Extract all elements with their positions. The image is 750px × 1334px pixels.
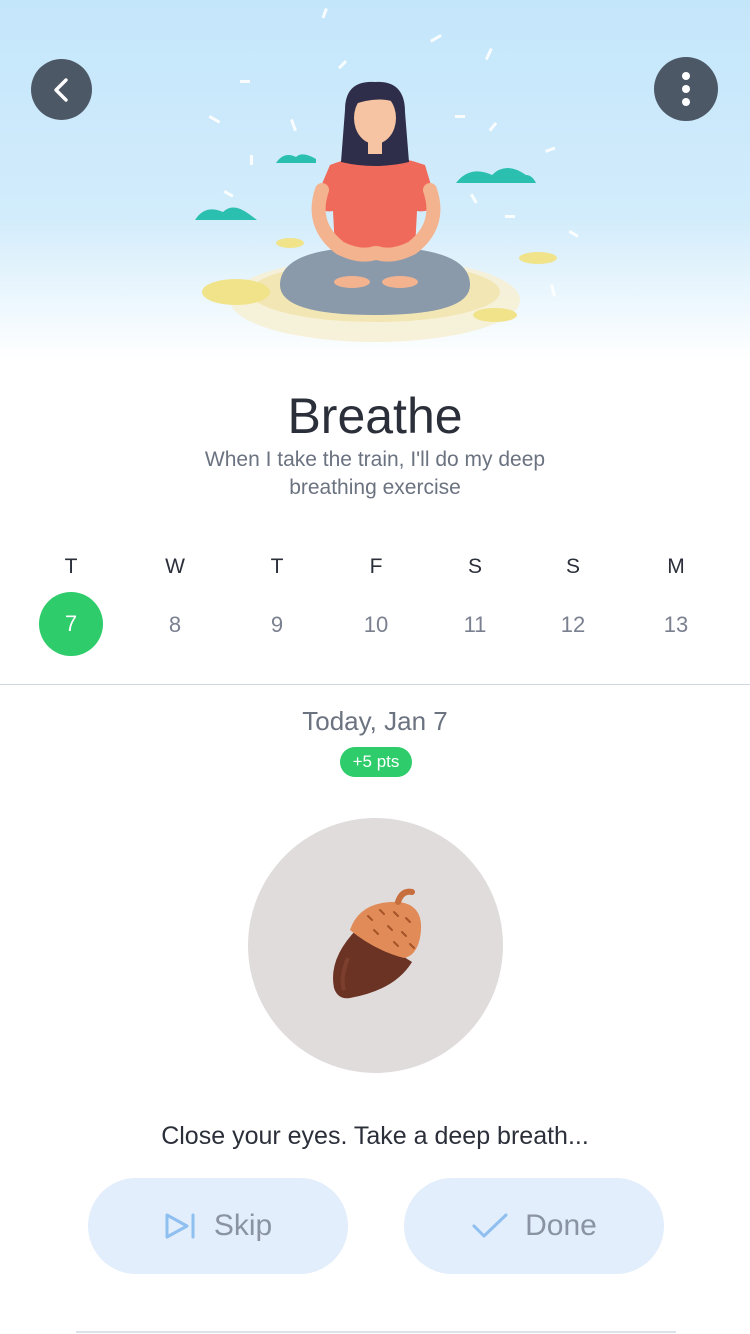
habit-title: Breathe [287,388,463,444]
chevron-left-icon [53,77,68,102]
day-letter: F [369,555,383,578]
day-letter: S [565,555,580,578]
points-badge: +5 pts [340,747,412,777]
back-button[interactable] [31,59,92,120]
done-button[interactable]: Done [404,1178,664,1274]
day-number: 13 [663,612,689,637]
acorn-badge [248,818,503,1073]
skip-icon [164,1212,198,1240]
skip-label: Skip [213,1209,273,1242]
day-number-selected: 7 [39,592,103,656]
habit-subtitle: When I take the train, I'll do my deep b… [204,448,546,499]
woman-meditating-illustration [195,7,579,342]
more-options-button[interactable] [654,57,718,121]
day-number: 11 [463,612,487,637]
skip-button[interactable]: Skip [88,1178,348,1274]
day-letter: M [667,555,685,578]
vertical-dots-icon [682,72,690,106]
hero-illustration [0,0,750,360]
instruction-text: Close your eyes. Take a deep breath... [161,1122,589,1150]
day-number: 12 [560,612,586,637]
day-letter: T [64,555,78,578]
selected-date: Today, Jan 7 [302,706,448,736]
day-letter: W [165,555,185,578]
week-strip: T 7 W 8 T 9 F 10 S 11 S 12 M 13 [0,550,750,660]
check-icon [471,1212,509,1240]
day-number: 10 [363,612,389,637]
bottom-divider [76,1331,676,1333]
day-letter: S [467,555,482,578]
day-number: 8 [168,612,182,637]
day-letter: T [270,555,284,578]
acorn-icon [333,888,422,999]
divider [0,684,750,685]
done-label: Done [525,1209,597,1242]
day-number: 9 [270,612,284,637]
